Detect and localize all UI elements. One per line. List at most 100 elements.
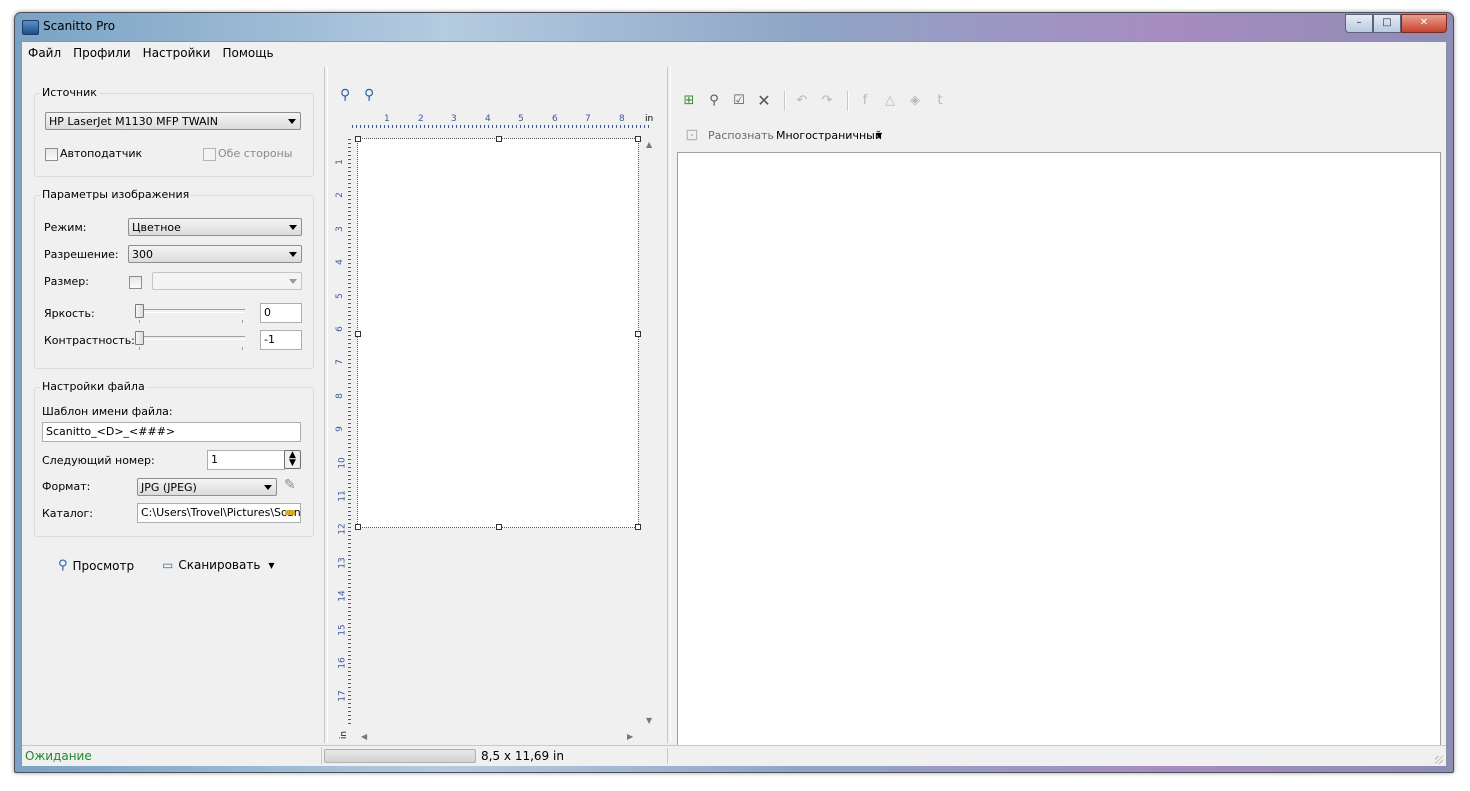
scroll-left-icon[interactable]: ◀ — [361, 732, 367, 741]
format-select[interactable]: JPG (JPEG) — [137, 478, 277, 496]
chevron-down-icon — [264, 485, 272, 490]
format-select-value: JPG (JPEG) — [141, 481, 197, 494]
ruler-v-tick: 3 — [334, 225, 345, 232]
scan-preview-page[interactable] — [355, 136, 641, 530]
twitter-icon[interactable]: t — [932, 93, 948, 109]
scroll-up-icon[interactable]: ▲ — [646, 140, 652, 149]
size-checkbox[interactable] — [129, 276, 142, 289]
ruler-v-tick: 14 — [337, 590, 348, 602]
ruler-h-tick: 3 — [451, 114, 457, 124]
scroll-down-icon[interactable]: ▼ — [646, 716, 652, 725]
file-settings-title: Настройки файла — [40, 380, 147, 393]
spinner-arrows-icon[interactable]: ▲ ▼ — [284, 450, 301, 469]
file-settings-group: Настройки файла Шаблон имени файла: Scan… — [34, 380, 314, 537]
ruler-v-tick: 13 — [337, 557, 348, 569]
contrast-slider[interactable] — [139, 336, 245, 340]
chevron-down-icon[interactable]: ▼ — [268, 561, 274, 570]
ruler-h-tick: 6 — [552, 114, 558, 124]
scroll-right-icon[interactable]: ▶ — [627, 732, 633, 741]
view-page-icon[interactable]: ⚲ — [706, 93, 722, 109]
next-number-label: Следующий номер: — [42, 454, 155, 467]
ruler-v-tick: 4 — [334, 259, 345, 266]
contrast-input[interactable]: -1 — [260, 330, 302, 350]
ruler-v-tick: 9 — [334, 426, 345, 433]
size-select[interactable] — [152, 272, 302, 290]
zoom-out-icon[interactable]: ⚲ — [364, 87, 374, 103]
slider-tick — [139, 347, 140, 350]
chevron-down-icon[interactable]: ▼ — [876, 131, 882, 140]
brightness-slider-thumb[interactable] — [135, 304, 144, 318]
filename-template-input[interactable]: Scanitto_<D>_<###> — [42, 422, 301, 442]
cloud-drive-icon[interactable]: △ — [882, 93, 898, 109]
device-select[interactable]: HP LaserJet M1130 MFP TWAIN — [45, 112, 301, 130]
wrench-icon[interactable]: ✎ — [284, 477, 296, 493]
crop-handle[interactable] — [496, 524, 502, 530]
multipage-button[interactable]: Многостраничный — [776, 129, 882, 142]
document-view[interactable] — [677, 152, 1441, 752]
vertical-ruler: 1 2 3 4 5 6 7 8 9 10 11 12 13 14 15 16 17 — [334, 139, 351, 739]
scan-button-label: Сканировать — [178, 558, 261, 572]
contrast-slider-thumb[interactable] — [135, 331, 144, 345]
add-page-icon[interactable]: ⊞ — [681, 93, 697, 109]
folder-icon[interactable]: ▬ — [284, 505, 296, 520]
menu-file[interactable]: Файл — [22, 42, 67, 64]
crop-handle[interactable] — [635, 331, 641, 337]
crop-handle[interactable] — [355, 331, 361, 337]
menu-profiles[interactable]: Профили — [67, 42, 137, 64]
crop-handle[interactable] — [635, 136, 641, 142]
minimize-button[interactable]: – — [1345, 14, 1373, 33]
ruler-v-tick: 16 — [337, 657, 348, 669]
recognize-button[interactable]: Распознать — [708, 129, 774, 142]
close-button[interactable]: ✕ — [1401, 14, 1447, 33]
crop-handle[interactable] — [355, 524, 361, 530]
mode-select-value: Цветное — [132, 221, 181, 234]
ruler-v-tick: 5 — [334, 292, 345, 299]
folder-label: Каталог: — [42, 507, 93, 520]
preview-vertical-scrollbar[interactable]: ▲ ▼ — [643, 138, 657, 728]
ruler-v-tick: 1 — [334, 159, 345, 165]
ruler-v-tick: 12 — [337, 523, 348, 536]
splitter-left[interactable] — [324, 67, 328, 743]
brightness-slider[interactable] — [139, 309, 245, 313]
duplex-checkbox[interactable] — [203, 148, 216, 161]
resolution-select[interactable]: 300 — [128, 245, 302, 263]
menu-help[interactable]: Помощь — [216, 42, 279, 64]
menu-settings[interactable]: Настройки — [137, 42, 217, 64]
facebook-icon[interactable]: f — [857, 93, 873, 109]
ruler-v-tick: 6 — [334, 326, 345, 332]
image-params-group: Параметры изображения Режим: Цветное Раз… — [34, 188, 314, 369]
folder-path-input[interactable]: C:\Users\Trovel\Pictures\Scan — [137, 503, 301, 523]
maximize-button[interactable]: □ — [1373, 14, 1401, 33]
brightness-input[interactable]: 0 — [260, 303, 302, 323]
ocr-icon[interactable]: ⊡ — [684, 127, 700, 143]
mode-select[interactable]: Цветное — [128, 218, 302, 236]
crop-handle[interactable] — [355, 136, 361, 142]
settings-panel: Источник HP LaserJet M1130 MFP TWAIN Авт… — [22, 67, 324, 743]
source-group-title: Источник — [40, 86, 99, 99]
ruler-h-tick: 2 — [418, 114, 424, 124]
next-number-input[interactable]: 1 — [207, 450, 285, 470]
undo-icon[interactable]: ↶ — [794, 93, 810, 109]
crop-handle[interactable] — [496, 136, 502, 142]
scan-button[interactable]: ▭ Сканировать ▼ — [162, 558, 275, 572]
redo-icon[interactable]: ↷ — [819, 93, 835, 109]
ruler-unit: in — [645, 114, 654, 124]
autofeeder-checkbox[interactable] — [45, 148, 58, 161]
crop-handle[interactable] — [635, 524, 641, 530]
edit-page-icon[interactable]: ☑ — [731, 93, 747, 109]
status-bar: Ожидание 8,5 x 11,69 in — [22, 745, 1446, 766]
title-bar[interactable]: Scanitto Pro – □ ✕ — [15, 13, 1453, 41]
resize-grip[interactable] — [1435, 756, 1443, 764]
dropbox-icon[interactable]: ◈ — [907, 93, 923, 109]
client-area: Файл Профили Настройки Помощь Источник H… — [21, 41, 1447, 766]
format-label: Формат: — [42, 480, 91, 493]
chevron-down-icon — [289, 225, 297, 230]
ruler-h-tick: 7 — [585, 114, 591, 124]
preview-horizontal-scrollbar[interactable]: ◀ ▶ — [357, 730, 639, 744]
slider-tick — [242, 347, 243, 350]
ruler-v-tick: 17 — [337, 690, 348, 703]
splitter-right[interactable] — [667, 67, 671, 743]
delete-icon[interactable]: ✕ — [756, 93, 772, 109]
zoom-in-icon[interactable]: ⚲ — [340, 87, 350, 103]
preview-button[interactable]: ⚲ Просмотр — [58, 558, 134, 573]
